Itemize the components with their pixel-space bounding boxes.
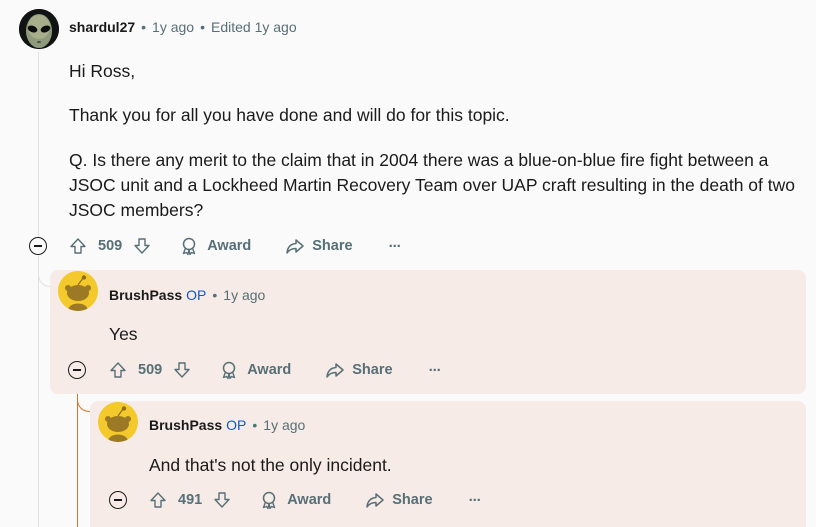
- arrow-down-icon: [214, 492, 230, 508]
- arrow-down-icon: [174, 362, 190, 378]
- share-icon: [366, 493, 385, 508]
- comment-meta: BrushPass OP • 1y ago: [109, 287, 265, 303]
- comment-time[interactable]: 1y ago: [263, 417, 305, 433]
- separator-dot: •: [141, 19, 147, 35]
- share-button[interactable]: Share: [325, 360, 393, 380]
- more-options-button[interactable]: ···: [429, 362, 442, 379]
- snoo-avatar-icon: [58, 271, 98, 311]
- vote-count: 509: [98, 238, 123, 254]
- share-button[interactable]: Share: [285, 236, 353, 256]
- op-badge: OP: [226, 417, 247, 433]
- vote-count: 491: [178, 492, 203, 508]
- upvote-button[interactable]: [148, 490, 168, 510]
- arrow-down-icon: [134, 238, 150, 254]
- comment-time[interactable]: 1y ago: [223, 287, 265, 303]
- comment-actions: 509 Award Share ···: [68, 231, 402, 261]
- comment-author[interactable]: BrushPass: [109, 287, 182, 303]
- vote-count: 509: [138, 362, 163, 378]
- arrow-up-icon: [150, 492, 166, 508]
- comment-body: Yes: [109, 324, 138, 344]
- share-label: Share: [392, 492, 433, 508]
- comment-author[interactable]: shardul27: [69, 19, 135, 35]
- avatar[interactable]: [58, 271, 98, 311]
- arrow-up-icon: [110, 362, 126, 378]
- collapse-thread-button[interactable]: [109, 491, 127, 509]
- alien-avatar-icon: [19, 9, 59, 49]
- award-label: Award: [287, 492, 332, 508]
- share-icon: [286, 239, 305, 254]
- separator-dot: •: [212, 287, 218, 303]
- comment-meta: shardul27 • 1y ago • Edited 1y ago: [69, 19, 297, 35]
- award-icon: [262, 491, 276, 510]
- comment-body-p3-line3: JSOC members?: [69, 200, 204, 220]
- award-button[interactable]: Award: [259, 490, 331, 510]
- more-options-button[interactable]: ···: [469, 492, 482, 509]
- downvote-button[interactable]: [132, 236, 152, 256]
- comment-body-p1: Hi Ross,: [69, 61, 136, 81]
- upvote-button[interactable]: [108, 360, 128, 380]
- award-label: Award: [247, 362, 292, 378]
- downvote-button[interactable]: [212, 490, 232, 510]
- award-button[interactable]: Award: [179, 236, 251, 256]
- comment-actions: 509 Award Share ···: [108, 355, 442, 385]
- upvote-button[interactable]: [68, 236, 88, 256]
- award-icon: [222, 361, 236, 380]
- more-options-button[interactable]: ···: [389, 238, 402, 255]
- share-label: Share: [312, 238, 353, 254]
- award-label: Award: [207, 238, 252, 254]
- comment-time[interactable]: 1y ago: [152, 19, 194, 35]
- collapse-thread-button[interactable]: [29, 237, 47, 255]
- comment-body-p2: Thank you for all you have done and will…: [69, 105, 510, 125]
- arrow-up-icon: [70, 238, 86, 254]
- share-label: Share: [352, 362, 393, 378]
- comment-body-p3-line2: JSOC unit and a Lockheed Martin Recovery…: [69, 175, 795, 195]
- comment-author[interactable]: BrushPass: [149, 417, 222, 433]
- comment-meta: BrushPass OP • 1y ago: [149, 417, 305, 433]
- comment-actions: 491 Award Share ···: [148, 485, 482, 515]
- comment-body: And that's not the only incident.: [149, 455, 392, 475]
- downvote-button[interactable]: [172, 360, 192, 380]
- award-button[interactable]: Award: [219, 360, 291, 380]
- separator-dot: •: [252, 417, 258, 433]
- avatar[interactable]: [98, 402, 138, 442]
- op-badge: OP: [186, 287, 207, 303]
- edited-label: Edited 1y ago: [211, 19, 297, 35]
- collapse-thread-button[interactable]: [68, 361, 86, 379]
- comment-body-p3-line1: Q. Is there any merit to the claim that …: [69, 150, 769, 170]
- share-button[interactable]: Share: [365, 490, 433, 510]
- avatar[interactable]: [19, 9, 59, 49]
- separator-dot: •: [200, 19, 205, 35]
- snoo-avatar-icon: [98, 402, 138, 442]
- thread-line-root[interactable]: [38, 52, 39, 527]
- share-icon: [326, 363, 345, 378]
- award-icon: [182, 237, 196, 256]
